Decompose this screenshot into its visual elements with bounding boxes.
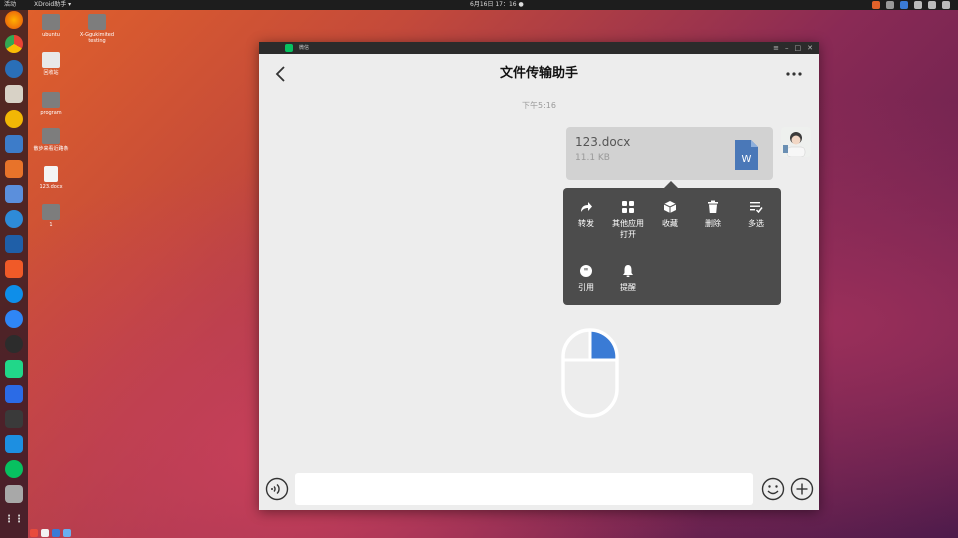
wechat-icon[interactable] xyxy=(5,460,23,478)
power-icon[interactable] xyxy=(942,1,950,9)
message-timestamp: 下午5:16 xyxy=(522,101,556,110)
virtualbox-icon[interactable] xyxy=(5,235,23,253)
message-context-menu: 转发 其他应用 打开 收藏 删除 多选 " 引用 提醒 xyxy=(563,188,781,305)
apps-icon xyxy=(622,201,634,213)
voice-input-icon[interactable] xyxy=(265,477,289,501)
mouse-click-illustration-icon xyxy=(561,328,619,418)
message-input-bar xyxy=(259,470,819,510)
launcher-dock: ⋮⋮ xyxy=(0,10,28,538)
show-apps-icon[interactable]: ⋮⋮ xyxy=(4,510,24,528)
emoji-icon[interactable] xyxy=(761,477,785,501)
sublime-icon[interactable] xyxy=(5,260,23,278)
wechat-window: 微信 ≡ – □ ✕ 文件传输助手 下午5:16 123.docx 11.1 K… xyxy=(259,42,819,510)
folder-icon xyxy=(42,14,60,30)
system-top-bar: 活动 XDroid助手 ▾ 6月16日 17：16 ● xyxy=(0,0,958,10)
more-options-icon[interactable] xyxy=(785,66,803,82)
desktop-icon-1[interactable]: 1 xyxy=(26,204,76,228)
indicator-icon[interactable] xyxy=(41,529,49,537)
menu-item-favorite[interactable]: 收藏 xyxy=(647,200,693,229)
context-menu-pointer xyxy=(664,181,678,188)
baidu-netdisk-icon[interactable] xyxy=(5,310,23,328)
maximize-button[interactable]: □ xyxy=(795,42,802,54)
tray-app-icon[interactable] xyxy=(900,1,908,9)
quote-icon: " xyxy=(580,265,592,278)
software-center-icon[interactable] xyxy=(5,160,23,178)
file-size: 11.1 KB xyxy=(575,153,610,163)
file-name: 123.docx xyxy=(575,135,631,149)
menu-item-open-with-other-app[interactable]: 其他应用 打开 xyxy=(605,200,651,240)
desktop-icon-ubuntu[interactable]: ubuntu xyxy=(26,14,76,38)
teamviewer-icon[interactable] xyxy=(5,285,23,303)
indicator-icon[interactable] xyxy=(63,529,71,537)
rhythmbox-icon[interactable] xyxy=(5,110,23,128)
indicator-icon[interactable] xyxy=(52,529,60,537)
more-actions-plus-icon[interactable] xyxy=(790,477,814,501)
bell-icon xyxy=(623,265,633,277)
close-button[interactable]: ✕ xyxy=(807,42,813,54)
tray-app-icon[interactable] xyxy=(886,1,894,9)
recycle-bin-icon xyxy=(42,52,60,68)
menu-item-remind[interactable]: 提醒 xyxy=(605,264,651,293)
message-input[interactable] xyxy=(295,473,753,505)
desktop-icon-trash[interactable]: 回收站 xyxy=(26,52,76,76)
menu-item-quote[interactable]: " 引用 xyxy=(563,264,609,293)
calculator-icon[interactable] xyxy=(5,185,23,203)
system-clock[interactable]: 6月16日 17：16 ● xyxy=(470,0,524,10)
forward-icon xyxy=(581,202,592,212)
word-document-icon: W xyxy=(735,140,758,170)
svg-text:": " xyxy=(584,268,589,278)
libreoffice-writer-icon[interactable] xyxy=(5,135,23,153)
activities-button[interactable]: 活动 xyxy=(4,0,16,10)
trash-icon[interactable] xyxy=(5,485,23,503)
menu-item-forward[interactable]: 转发 xyxy=(563,200,609,229)
minimize-button[interactable]: – xyxy=(785,42,789,54)
window-controls: ≡ – □ ✕ xyxy=(773,42,813,54)
app-menu[interactable]: XDroid助手 ▾ xyxy=(34,0,71,10)
user-avatar[interactable] xyxy=(781,127,811,157)
window-title: 微信 xyxy=(299,45,310,51)
file-message-bubble[interactable]: 123.docx 11.1 KB W xyxy=(566,127,773,180)
folder-icon xyxy=(88,14,106,30)
window-titlebar[interactable]: 微信 ≡ – □ ✕ xyxy=(259,42,819,54)
menu-item-delete[interactable]: 删除 xyxy=(690,200,736,229)
thunderbird-icon[interactable] xyxy=(5,60,23,78)
folder-icon xyxy=(42,204,60,220)
folder-icon xyxy=(42,92,60,108)
desktop-icon-folder[interactable]: 散步来看近路条 xyxy=(26,128,76,152)
multiselect-icon xyxy=(750,202,763,214)
chat-header: 文件传输助手 xyxy=(259,54,819,94)
folder-icon xyxy=(42,128,60,144)
terminal-icon[interactable] xyxy=(5,410,23,428)
indicator-icon[interactable] xyxy=(30,529,38,537)
system-tray xyxy=(872,1,950,9)
firefox-icon[interactable] xyxy=(5,11,23,29)
desktop-icon-testing[interactable]: X-Ggukimited testing xyxy=(72,14,122,44)
window-menu-button[interactable]: ≡ xyxy=(773,42,779,54)
bottom-indicator-tray xyxy=(28,528,78,538)
menu-item-multi-select[interactable]: 多选 xyxy=(733,200,779,229)
app-launcher-blue-icon[interactable] xyxy=(5,210,23,228)
document-icon xyxy=(44,166,58,182)
network-icon[interactable] xyxy=(914,1,922,9)
desktop-icon-program[interactable]: program xyxy=(26,92,76,116)
back-arrow-icon[interactable] xyxy=(273,64,289,84)
avatar-photo-icon xyxy=(781,127,811,157)
wps-icon[interactable] xyxy=(5,385,23,403)
desktop-icon-docx[interactable]: 123.docx xyxy=(26,166,76,190)
word-badge-letter: W xyxy=(742,154,752,165)
favorite-icon xyxy=(663,201,677,213)
wechat-logo-icon xyxy=(285,44,293,52)
tray-app-icon[interactable] xyxy=(872,1,880,9)
usb-tool-icon[interactable] xyxy=(5,435,23,453)
chrome-icon[interactable] xyxy=(5,35,23,53)
pycharm-icon[interactable] xyxy=(5,360,23,378)
volume-icon[interactable] xyxy=(928,1,936,9)
chat-title: 文件传输助手 xyxy=(499,66,578,81)
delete-icon xyxy=(708,200,718,213)
pycharm-dark-icon[interactable] xyxy=(5,335,23,353)
files-icon[interactable] xyxy=(5,85,23,103)
